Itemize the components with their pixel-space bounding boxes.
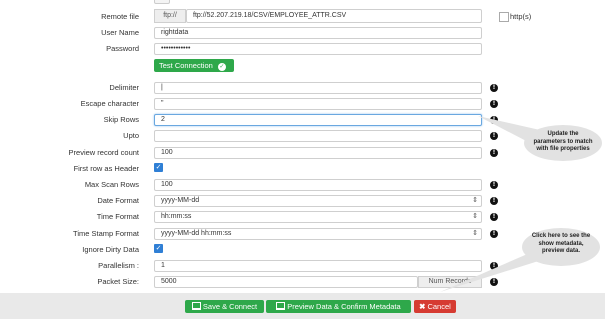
delimiter-label: Delimiter	[109, 83, 139, 92]
first-row-header-checkbox[interactable]: ✓	[154, 163, 163, 172]
password-input[interactable]: ••••••••••••	[154, 43, 482, 55]
callout-preview-text: Click here to see the show metadata, pre…	[531, 233, 591, 254]
monitor-icon	[276, 302, 286, 310]
date-format-select[interactable]: yyyy-MM-dd	[154, 195, 482, 207]
callout-parameters-text: Update the parameters to match with file…	[533, 131, 593, 152]
test-connection-button[interactable]: Test Connection ✓	[154, 59, 234, 72]
partial-top-control	[154, 0, 170, 4]
info-icon[interactable]: !	[490, 181, 498, 189]
password-label: Password	[106, 44, 139, 53]
close-icon: ✖	[419, 302, 426, 311]
skip-rows-label: Skip Rows	[103, 115, 139, 124]
cancel-button[interactable]: ✖ Cancel	[414, 300, 456, 313]
packet-size-input[interactable]: 5000	[154, 276, 418, 288]
date-format-label: Date Format	[97, 196, 139, 205]
preview-record-count-input[interactable]: 100	[154, 147, 482, 159]
skip-rows-input[interactable]: 2	[154, 114, 482, 126]
ignore-dirty-data-label: Ignore Dirty Data	[82, 245, 139, 254]
escape-character-input[interactable]: "	[154, 98, 482, 110]
info-icon[interactable]: !	[490, 100, 498, 108]
check-circle-icon: ✓	[217, 63, 226, 71]
num-records-addon: Num Records	[418, 276, 482, 288]
ftp-prefix: ftp://	[154, 9, 186, 23]
time-format-select[interactable]: hh:mm:ss	[154, 211, 482, 223]
preview-record-count-label: Preview record count	[68, 148, 139, 157]
https-label: http(s)	[510, 12, 532, 21]
info-icon[interactable]: !	[490, 149, 498, 157]
upto-label: Upto	[123, 131, 139, 140]
max-scan-rows-label: Max Scan Rows	[84, 180, 139, 189]
packet-size-label: Packet Size:	[97, 277, 139, 286]
info-icon[interactable]: !	[490, 213, 498, 221]
user-name-input[interactable]: rightdata	[154, 27, 482, 39]
time-stamp-format-select[interactable]: yyyy-MM-dd hh:mm:ss	[154, 228, 482, 240]
user-name-label: User Name	[101, 28, 139, 37]
preview-confirm-button[interactable]: Preview Data & Confirm Metadata	[266, 300, 411, 313]
cancel-label: Cancel	[427, 302, 451, 311]
upto-input[interactable]	[154, 130, 482, 142]
parallelism-input[interactable]: 1	[154, 260, 482, 272]
info-icon[interactable]: !	[490, 278, 498, 286]
escape-character-label: Escape character	[80, 99, 139, 108]
info-icon[interactable]: !	[490, 230, 498, 238]
remote-file-input[interactable]: ftp://52.207.219.18/CSV/EMPLOYEE_ATTR.CS…	[186, 9, 482, 23]
info-icon[interactable]: !	[490, 84, 498, 92]
time-format-label: Time Format	[96, 212, 139, 221]
preview-confirm-label: Preview Data & Confirm Metadata	[287, 302, 401, 311]
monitor-icon	[191, 302, 201, 310]
test-connection-label: Test Connection	[159, 61, 213, 70]
parallelism-label: Parallelism :	[98, 261, 139, 270]
save-connect-button[interactable]: Save & Connect	[185, 300, 264, 313]
first-row-header-label: First row as Header	[73, 164, 139, 173]
remote-file-label: Remote file	[101, 12, 139, 21]
save-connect-label: Save & Connect	[202, 302, 258, 311]
info-icon[interactable]: !	[490, 132, 498, 140]
info-icon[interactable]: !	[490, 197, 498, 205]
info-icon[interactable]: !	[490, 262, 498, 270]
ignore-dirty-data-checkbox[interactable]: ✓	[154, 244, 163, 253]
https-checkbox[interactable]	[499, 12, 509, 22]
callout-preview: Click here to see the show metadata, pre…	[522, 228, 600, 266]
time-stamp-format-label: Time Stamp Format	[73, 229, 139, 238]
max-scan-rows-input[interactable]: 100	[154, 179, 482, 191]
callout-parameters: Update the parameters to match with file…	[524, 125, 602, 161]
delimiter-input[interactable]: |	[154, 82, 482, 94]
info-icon[interactable]: !	[490, 116, 498, 124]
